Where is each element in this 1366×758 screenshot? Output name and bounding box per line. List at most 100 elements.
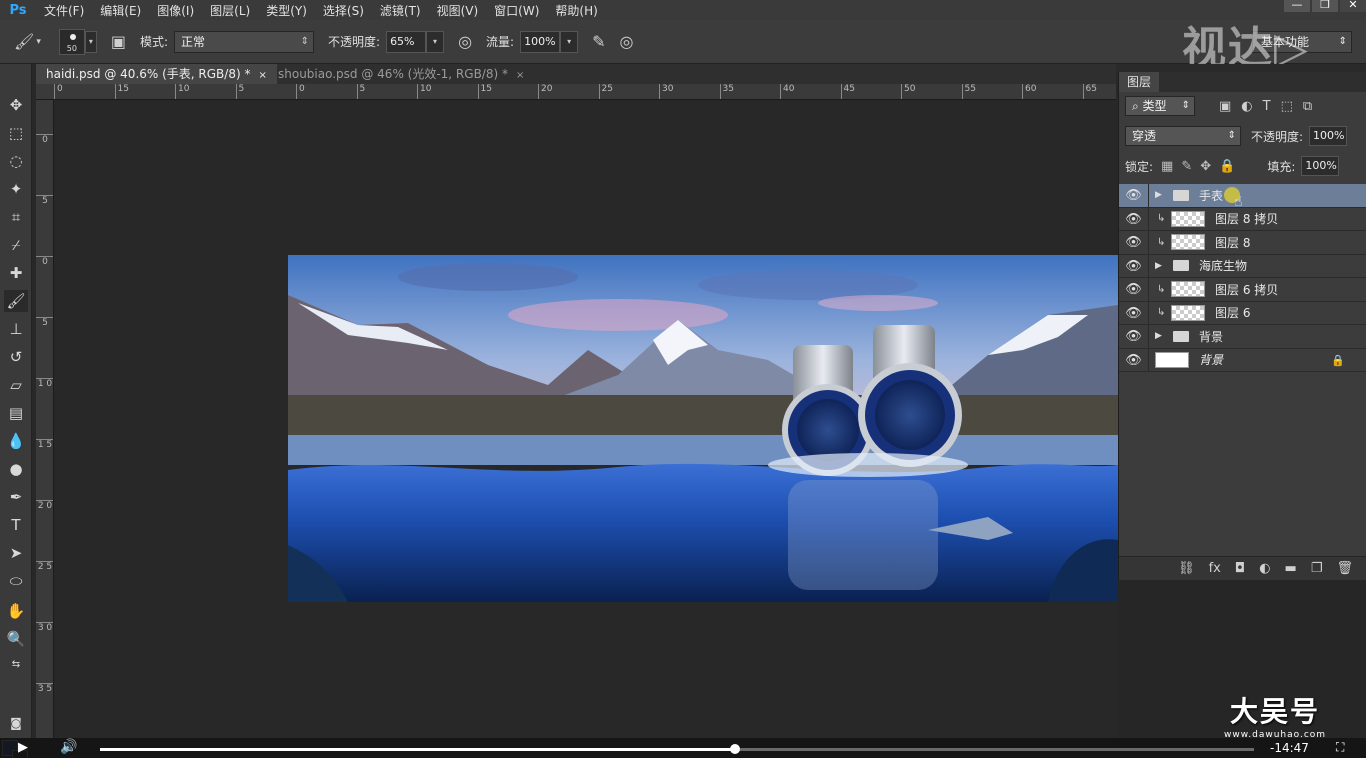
progress-track[interactable] xyxy=(100,744,1254,754)
visibility-eye-icon[interactable]: 👁 xyxy=(1119,278,1149,301)
blend-mode-select[interactable]: 穿透 xyxy=(1125,126,1241,146)
fullscreen-icon[interactable]: ⛶ xyxy=(1336,740,1344,755)
visibility-eye-icon[interactable]: 👁 xyxy=(1119,184,1149,207)
tool-preset-chevron-icon[interactable]: ▾ xyxy=(36,37,41,47)
move-tool-icon[interactable]: ✥ xyxy=(4,94,28,116)
opacity-dropdown[interactable]: ▾ xyxy=(426,30,445,53)
healing-tool-icon[interactable]: ✚ xyxy=(4,262,28,284)
document-image[interactable] xyxy=(288,255,1118,602)
path-select-tool-icon[interactable]: ➤ xyxy=(4,542,28,564)
opacity-field[interactable]: 65% xyxy=(386,30,427,53)
history-brush-tool-icon[interactable]: ↺ xyxy=(4,346,28,368)
shape-tool-icon[interactable]: ⬭ xyxy=(4,570,28,592)
tab-close-icon[interactable]: × xyxy=(516,70,524,81)
pressure-size-icon[interactable]: ◎ xyxy=(619,32,633,51)
eyedropper-tool-icon[interactable]: ⌿ xyxy=(4,234,28,256)
menu-file[interactable]: 文件(F) xyxy=(36,2,92,19)
menu-help[interactable]: 帮助(H) xyxy=(547,2,605,19)
fill-field[interactable]: 100% xyxy=(1301,156,1340,176)
mode-select[interactable]: 正常 xyxy=(174,30,315,53)
lock-all-icon[interactable]: 🔒 xyxy=(1219,159,1235,174)
crop-tool-icon[interactable]: ⌗ xyxy=(4,206,28,228)
magic-wand-tool-icon[interactable]: ✦ xyxy=(4,178,28,200)
progress-knob[interactable] xyxy=(729,744,740,754)
expand-arrow-icon[interactable]: ▶ xyxy=(1155,331,1169,341)
marquee-tool-icon[interactable]: ⬚ xyxy=(4,122,28,144)
minimize-button[interactable]: — xyxy=(1284,0,1310,12)
layer-row[interactable]: 👁 ▶ 背景 xyxy=(1119,325,1366,349)
lasso-tool-icon[interactable]: ◌ xyxy=(4,150,28,172)
link-layers-icon[interactable]: ⛓ xyxy=(1178,561,1195,576)
tab-shoubiao[interactable]: shoubiao.psd @ 46% (光效-1, RGB/8) * × xyxy=(268,64,534,84)
lock-pixels-icon[interactable]: ✎ xyxy=(1181,159,1192,174)
visibility-eye-icon[interactable]: 👁 xyxy=(1119,348,1149,371)
layer-row[interactable]: 👁 ↳ 图层 6 xyxy=(1119,301,1366,325)
layer-row[interactable]: 👁 ↳ 图层 6 拷贝 xyxy=(1119,278,1366,302)
visibility-eye-icon[interactable]: 👁 xyxy=(1119,254,1149,277)
close-button[interactable]: ✕ xyxy=(1340,0,1366,12)
layer-opacity-field[interactable]: 100% xyxy=(1309,126,1348,146)
layer-style-icon[interactable]: fx xyxy=(1209,561,1221,576)
filter-smart-object-icon[interactable]: ⧉ xyxy=(1303,99,1312,114)
menu-select[interactable]: 选择(S) xyxy=(315,2,372,19)
add-mask-icon[interactable]: ◘ xyxy=(1235,561,1245,576)
stamp-tool-icon[interactable]: ⊥ xyxy=(4,318,28,340)
options-bar: 🖌 ▾ 50 ▾ ▣ 模式: 正常 不透明度: 65% ▾ ◎ 流量: 100%… xyxy=(0,20,1366,64)
dodge-tool-icon[interactable]: ● xyxy=(4,458,28,480)
airbrush-icon[interactable]: ✎ xyxy=(592,32,605,51)
filter-shape-icon[interactable]: ⬚ xyxy=(1281,99,1293,114)
expand-arrow-icon[interactable]: ▶ xyxy=(1155,190,1169,200)
menu-image[interactable]: 图像(I) xyxy=(149,2,202,19)
type-tool-icon[interactable]: T xyxy=(4,514,28,536)
brush-size-preview[interactable]: 50 xyxy=(58,28,85,55)
pressure-opacity-icon[interactable]: ◎ xyxy=(458,32,472,51)
volume-icon[interactable]: 🔊 xyxy=(60,739,77,755)
layer-filter-select[interactable]: ⌕ 类型 xyxy=(1125,96,1195,116)
filter-pixel-icon[interactable]: ▣ xyxy=(1219,99,1231,114)
brush-tool-icon[interactable]: 🖌 xyxy=(4,290,28,312)
brush-panel-icon[interactable]: ▣ xyxy=(111,32,126,51)
menu-layer[interactable]: 图层(L) xyxy=(202,2,258,19)
filter-adjustment-icon[interactable]: ◐ xyxy=(1241,99,1252,114)
play-icon[interactable]: ▶ xyxy=(18,740,28,755)
layer-row[interactable]: 👁 ↳ 图层 8 拷贝 xyxy=(1119,207,1366,231)
pen-tool-icon[interactable]: ✒ xyxy=(4,486,28,508)
visibility-eye-icon[interactable]: 👁 xyxy=(1119,301,1149,324)
tab-close-icon[interactable]: × xyxy=(258,70,266,81)
layer-row[interactable]: 👁 ↳ 图层 8 xyxy=(1119,231,1366,255)
restore-button[interactable]: ❐ xyxy=(1312,0,1338,12)
layer-row[interactable]: 👁 ▶ 海底生物 xyxy=(1119,254,1366,278)
zoom-tool-icon[interactable]: 🔍 xyxy=(4,628,28,650)
menu-type[interactable]: 类型(Y) xyxy=(258,2,315,19)
blur-tool-icon[interactable]: 💧 xyxy=(4,430,28,452)
eraser-tool-icon[interactable]: ▱ xyxy=(4,374,28,396)
layer-name: 手表 xyxy=(1199,188,1224,203)
visibility-eye-icon[interactable]: 👁 xyxy=(1119,231,1149,254)
hand-tool-icon[interactable]: ✋ xyxy=(4,600,28,622)
filter-type-icon[interactable]: T xyxy=(1263,99,1271,114)
adjustment-layer-icon[interactable]: ◐ xyxy=(1259,561,1270,576)
canvas-area[interactable] xyxy=(54,100,1118,730)
menu-filter[interactable]: 滤镜(T) xyxy=(372,2,429,19)
lock-position-icon[interactable]: ✥ xyxy=(1200,159,1211,174)
new-group-icon[interactable]: ▬ xyxy=(1285,561,1297,576)
layer-row[interactable]: 👁 背景 🔒 xyxy=(1119,348,1366,372)
gradient-tool-icon[interactable]: ▤ xyxy=(4,402,28,424)
expand-arrow-icon[interactable]: ▶ xyxy=(1155,261,1169,271)
menu-view[interactable]: 视图(V) xyxy=(429,2,487,19)
delete-layer-icon[interactable]: 🗑 xyxy=(1336,561,1353,576)
visibility-eye-icon[interactable]: 👁 xyxy=(1119,325,1149,348)
flow-dropdown[interactable]: ▾ xyxy=(560,30,579,53)
flow-field[interactable]: 100% xyxy=(520,30,561,53)
tab-haidi[interactable]: haidi.psd @ 40.6% (手表, RGB/8) * × xyxy=(36,64,277,84)
visibility-eye-icon[interactable]: 👁 xyxy=(1119,207,1149,230)
tab-layers[interactable]: 图层 xyxy=(1119,72,1160,92)
lock-transparency-icon[interactable]: ▦ xyxy=(1161,159,1173,174)
swap-colors-icon[interactable]: ⇆ xyxy=(4,654,28,676)
brush-picker-dropdown[interactable]: ▾ xyxy=(84,30,97,53)
menu-edit[interactable]: 编辑(E) xyxy=(92,2,149,19)
new-layer-icon[interactable]: ❐ xyxy=(1311,561,1323,576)
quick-mask-icon[interactable]: ◙ xyxy=(4,712,28,734)
menu-window[interactable]: 窗口(W) xyxy=(486,2,547,19)
brush-tool-icon[interactable]: 🖌 xyxy=(14,32,34,51)
